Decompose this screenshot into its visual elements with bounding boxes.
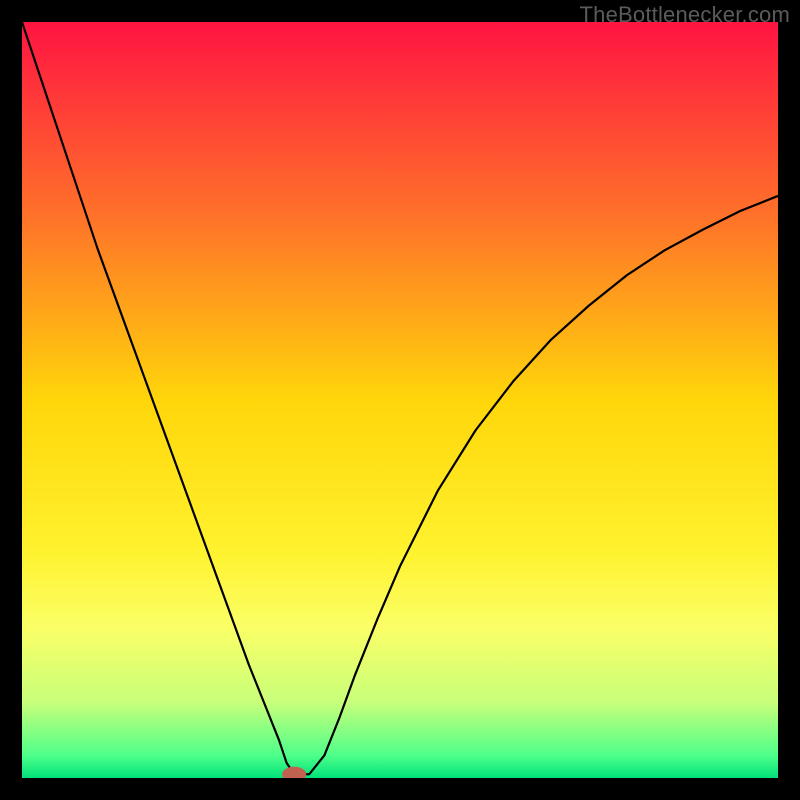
watermark-label: TheBottlenecker.com [580, 2, 790, 28]
gradient-background [22, 22, 778, 778]
chart-frame: TheBottlenecker.com [0, 0, 800, 800]
bottleneck-chart [22, 22, 778, 778]
